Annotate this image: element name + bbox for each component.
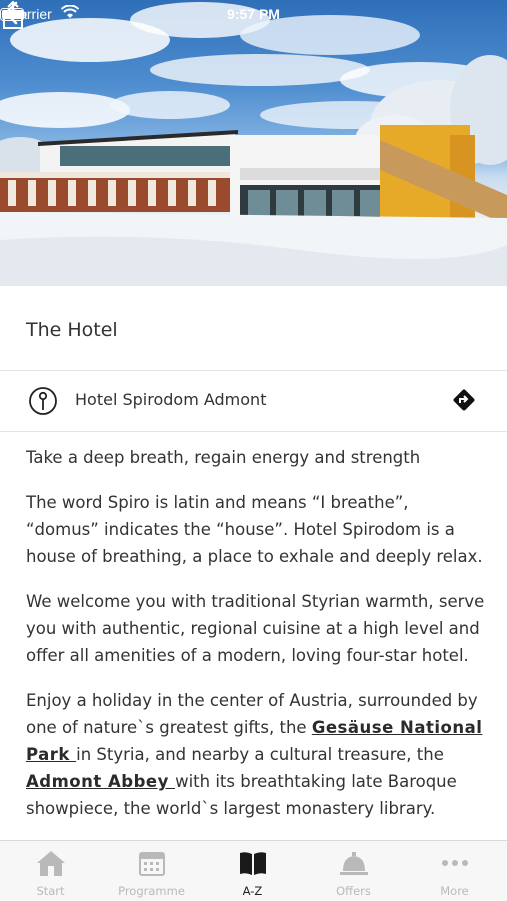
directions-icon[interactable] <box>452 388 476 412</box>
tab-programme-label: Programme <box>118 884 185 898</box>
hero-image: Carrier 9:57 PM <box>0 0 507 286</box>
tab-start-label: Start <box>36 884 65 898</box>
tab-programme[interactable]: Programme <box>101 841 202 901</box>
tab-bar: Start Programme A-Z Offers More <box>0 840 507 901</box>
tab-a-z[interactable]: A-Z <box>202 841 303 901</box>
paragraph-3: We welcome you with traditional Styrian … <box>26 592 485 665</box>
tab-more[interactable]: More <box>404 841 505 901</box>
admont-abbey-link[interactable]: Admont Abbey <box>26 772 175 791</box>
title-row: The Hotel <box>0 286 507 371</box>
location-row[interactable]: Hotel Spirodom Admont <box>0 371 507 432</box>
tab-more-label: More <box>440 884 469 898</box>
hotel-photo <box>0 2 507 286</box>
service-bell-icon <box>340 852 368 875</box>
paragraph-1: Take a deep breath, regain energy and st… <box>26 448 421 467</box>
paragraph-4: Enjoy a holiday in the center of Austria… <box>26 687 486 822</box>
page-title: The Hotel <box>26 319 118 341</box>
home-icon <box>37 851 65 876</box>
more-icon <box>442 860 468 866</box>
tab-offers[interactable]: Offers <box>303 841 404 901</box>
paragraph-4-text-b: in Styria, and nearby a cultural treasur… <box>76 745 444 764</box>
book-icon <box>240 852 266 875</box>
paragraph-2: The word Spiro is latin and means “I bre… <box>26 493 483 566</box>
clock: 9:57 PM <box>227 6 280 22</box>
share-icon[interactable] <box>0 0 26 30</box>
description-text: Take a deep breath, regain energy and st… <box>26 444 486 840</box>
tab-start[interactable]: Start <box>0 841 101 901</box>
calendar-icon <box>139 852 165 876</box>
tab-a-z-label: A-Z <box>242 884 263 898</box>
status-bar: Carrier 9:57 PM <box>0 0 507 28</box>
map-pin-icon <box>29 387 57 415</box>
tab-offers-label: Offers <box>336 884 371 898</box>
location-name: Hotel Spirodom Admont <box>75 390 267 409</box>
